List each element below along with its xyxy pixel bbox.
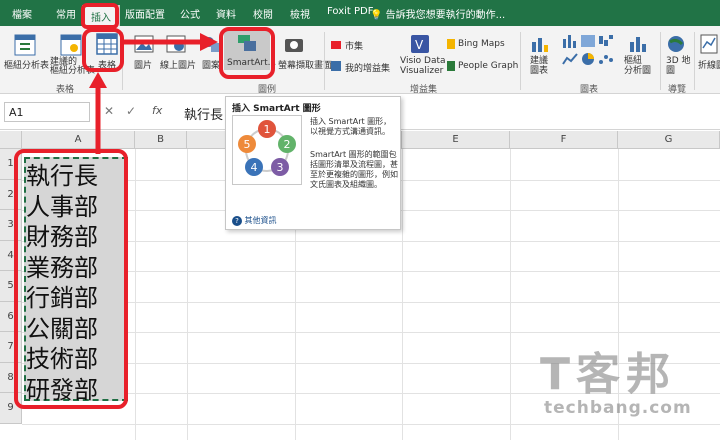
shapes-button[interactable]: 圖案 xyxy=(202,58,220,71)
cycle-label-1: 1 xyxy=(264,123,271,136)
smartart-preview: 1 2 3 4 5 xyxy=(232,115,302,185)
column-header[interactable]: B xyxy=(135,131,187,149)
tooltip-title: 插入 SmartArt 圖形 xyxy=(232,104,321,114)
smartart-tooltip: 插入 SmartArt 圖形 1 2 3 4 5 插入 SmartArt 圖形，… xyxy=(225,96,401,230)
my-addins-icon[interactable] xyxy=(330,60,342,72)
grid-line xyxy=(510,149,511,440)
tooltip-description-detail: SmartArt 圖形的範圍包括圖形清單及流程圖，甚至於更複雜的圖形，例如文氏圖… xyxy=(310,150,398,189)
help-icon: ? xyxy=(232,216,242,226)
cycle-label-5: 5 xyxy=(244,138,251,151)
scatter-chart-icon[interactable] xyxy=(598,52,614,66)
grid-line xyxy=(135,149,136,440)
bing-maps-button[interactable]: Bing Maps xyxy=(458,39,505,49)
arrow-right-icon xyxy=(124,33,218,51)
online-pictures-button[interactable]: 線上圖片 xyxy=(160,58,196,71)
column-header[interactable]: G xyxy=(618,131,720,149)
tab-7[interactable]: 檢視 xyxy=(290,6,310,21)
store-icon[interactable] xyxy=(330,38,342,50)
pie-chart-icon[interactable] xyxy=(580,52,596,66)
people-graph-icon[interactable] xyxy=(446,60,456,72)
store-button[interactable]: 市集 xyxy=(345,39,363,52)
cycle-label-4: 4 xyxy=(251,161,258,174)
tab-0[interactable]: 檔案 xyxy=(12,6,32,21)
highlight-cells-box xyxy=(14,149,128,409)
ribbon-separator xyxy=(660,32,661,90)
pivot-chart-button[interactable]: 樞紐 分析圖 xyxy=(624,56,651,76)
cycle-label-3: 3 xyxy=(277,161,284,174)
highlight-smartart-button xyxy=(219,27,275,79)
line-chart-icon[interactable] xyxy=(562,52,578,66)
cycle-diagram-icon: 1 2 3 4 5 xyxy=(238,120,296,176)
watermark-url: techbang.com xyxy=(544,398,692,418)
insert-function-icon[interactable]: fx xyxy=(152,104,162,117)
visio-icon[interactable]: V xyxy=(410,34,430,54)
waterfall-chart-icon[interactable] xyxy=(598,34,614,48)
tab-6[interactable]: 校閱 xyxy=(253,6,273,21)
tab-4[interactable]: 公式 xyxy=(180,6,200,21)
hierarchy-chart-icon[interactable] xyxy=(580,34,596,48)
group-label-tables: 表格 xyxy=(56,85,75,95)
screenshot-icon[interactable] xyxy=(284,35,304,53)
formula-input[interactable]: 執行長 xyxy=(184,104,223,123)
column-header[interactable]: F xyxy=(510,131,618,149)
column-chart-icon[interactable] xyxy=(562,34,578,48)
group-label-charts: 圖表 xyxy=(580,85,599,95)
pivot-chart-icon[interactable] xyxy=(628,34,648,54)
pictures-button[interactable]: 圖片 xyxy=(134,58,152,71)
pivot-table-icon[interactable] xyxy=(14,34,36,56)
grid-line xyxy=(187,149,188,440)
recommended-charts-icon[interactable] xyxy=(530,34,550,54)
sparkline-button[interactable]: 折線圖 xyxy=(698,58,720,71)
visio-button[interactable]: Visio Data Visualizer xyxy=(400,56,446,76)
tab-1[interactable]: 常用 xyxy=(56,6,76,21)
grid-line xyxy=(22,423,720,425)
highlight-table-button xyxy=(82,28,124,72)
name-box[interactable]: A1 xyxy=(4,102,90,122)
tooltip-more-info-link[interactable]: ? 其他資訊 xyxy=(232,215,277,226)
column-header[interactable]: E xyxy=(402,131,510,149)
enter-icon[interactable]: ✓ xyxy=(126,104,136,118)
pivot-table-button[interactable]: 樞紐分析表 xyxy=(4,58,49,71)
column-header[interactable]: A xyxy=(22,131,135,149)
sparkline-icon[interactable] xyxy=(700,34,718,54)
my-addins-button[interactable]: 我的增益集 xyxy=(345,61,390,74)
tooltip-description: 插入 SmartArt 圖形，以視覺方式溝通資訊。 xyxy=(310,117,392,136)
people-graph-button[interactable]: People Graph xyxy=(458,61,518,71)
select-all-corner[interactable] xyxy=(0,131,22,149)
bing-maps-icon[interactable] xyxy=(446,38,456,50)
highlight-insert-tab xyxy=(81,3,119,29)
cycle-label-2: 2 xyxy=(284,138,291,151)
map-3d-icon[interactable] xyxy=(666,34,686,54)
svg-text:V: V xyxy=(415,38,424,52)
ribbon-separator xyxy=(694,32,695,90)
map-3d-button[interactable]: 3D 地 圖 xyxy=(666,56,691,76)
arrow-up-icon xyxy=(89,72,107,154)
tab-8[interactable]: Foxit PDF xyxy=(327,6,373,17)
grid-line xyxy=(402,149,403,440)
ribbon-separator xyxy=(324,32,325,90)
group-label-tours: 導覽 xyxy=(668,85,687,95)
lightbulb-icon: 💡 xyxy=(370,10,383,21)
tab-5[interactable]: 資料 xyxy=(216,6,236,21)
ribbon-separator xyxy=(520,32,521,90)
tell-me-search[interactable]: 💡 告訴我您想要執行的動作... xyxy=(370,6,505,21)
tab-3[interactable]: 版面配置 xyxy=(125,6,165,21)
watermark-logo: T客邦 techbang.com xyxy=(540,349,692,419)
watermark-brand: T客邦 xyxy=(540,349,677,400)
recommended-charts-button[interactable]: 建議 圖表 xyxy=(530,56,548,76)
group-label-addins: 增益集 xyxy=(410,85,438,95)
recommended-pivot-icon[interactable] xyxy=(60,34,82,56)
group-label-illustrations: 圖例 xyxy=(258,85,277,95)
